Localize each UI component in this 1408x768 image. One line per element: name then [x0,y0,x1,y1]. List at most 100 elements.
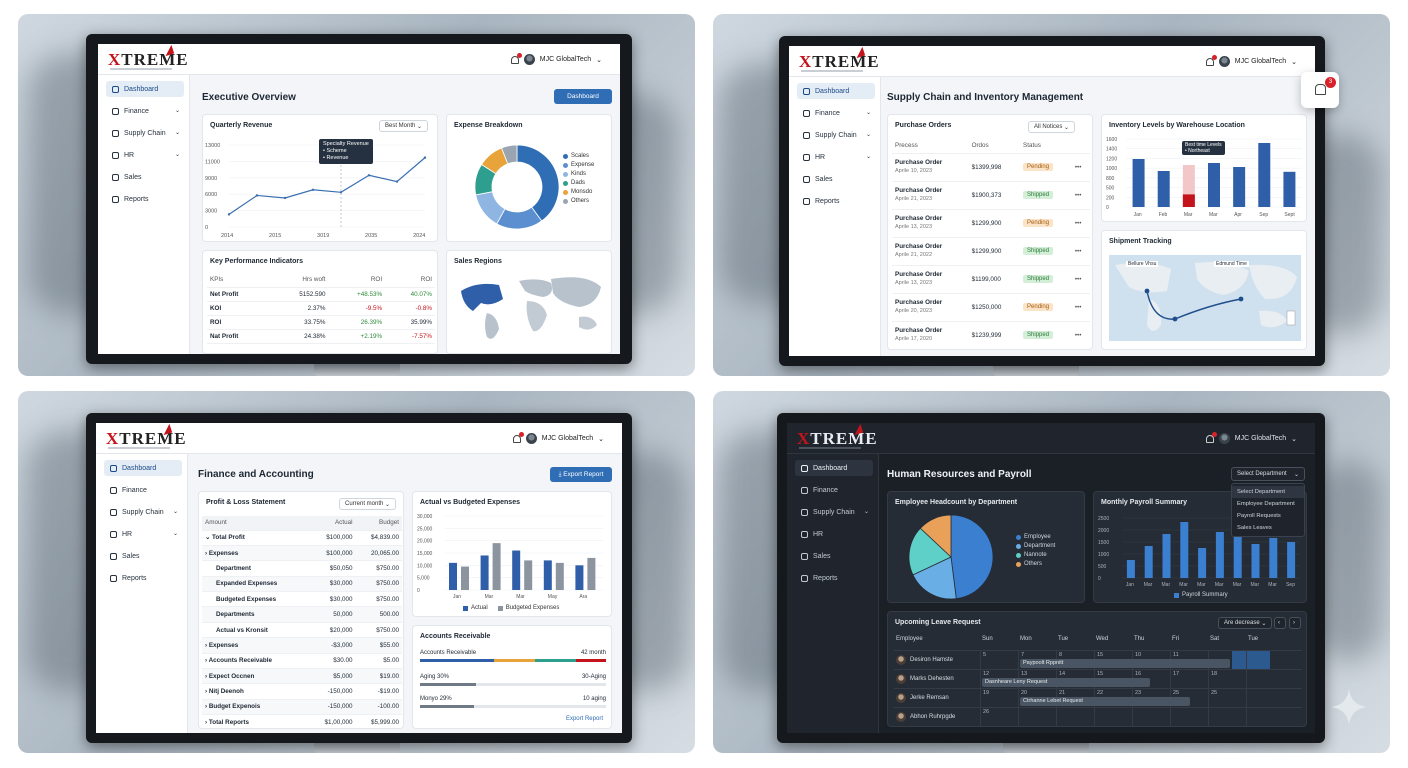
table-row[interactable]: Purchase Order Aprile 13, 2023 $1299,900 … [892,209,1090,238]
table-row[interactable]: › Expect Occnen $5,000 $19.00 [202,668,402,685]
table-row[interactable]: Abhon Ruhrpgde 26 [894,707,1302,726]
leave-request-bar[interactable]: Dasnheare Leny Request [982,678,1150,687]
table-row[interactable]: Desiron Hamste 5 7 8 15 10 11 Paypoolt Rppnitt [894,650,1302,670]
calendar-cell[interactable] [1246,651,1284,670]
calendar-cell[interactable] [1246,670,1284,689]
table-row[interactable]: Departments 50,000 500.00 [202,606,402,623]
avatar[interactable] [525,433,537,444]
calendar-cell[interactable]: 18 [1208,670,1246,689]
dropdown-option[interactable]: Employee Department [1232,498,1304,510]
table-row[interactable]: › Accounts Receivable $30.00 $5.00 [202,653,402,670]
table-row[interactable]: › Expenses $100,000 20,065.00 [202,545,402,562]
calendar-cell[interactable]: 19 [980,689,1018,708]
table-row[interactable]: › Nitj Deenoh -150,000 -$19.00 [202,683,402,700]
more-icon[interactable]: ••• [1071,265,1090,294]
calendar-cell[interactable] [1018,708,1056,726]
user-menu[interactable]: MJC GlobalTech ⌄ [510,52,602,65]
table-row[interactable]: ROI 33.75% 26.39% 35.99% [207,315,435,330]
sidebar-item-supply-chain[interactable]: Supply Chain ⌄ [797,127,875,143]
table-row[interactable]: Marks Dehesten 12 13 14 15 16 17 18 Dasnheare Le… [894,669,1302,689]
sidebar-item-dashboard[interactable]: Dashboard [795,460,873,476]
table-row[interactable]: › Total Reports $1,00,000 $5,999.00 [202,714,402,728]
more-icon[interactable]: ••• [1071,153,1090,182]
sidebar-item-hr[interactable]: HR [795,526,873,542]
table-row[interactable]: Purchase Order Aprile 20, 2023 $1250,000 … [892,293,1090,322]
sidebar-item-supply-chain[interactable]: Supply Chain ⌄ [106,125,184,141]
sidebar-item-finance[interactable]: Finance [795,482,873,498]
table-row[interactable]: Purchase Order Aprile 21, 2023 $1900,373 … [892,181,1090,210]
sidebar-item-sales[interactable]: Sales [797,171,875,187]
sidebar-item-dashboard[interactable]: Dashboard [797,83,875,99]
bell-icon[interactable] [1205,431,1217,443]
calendar-cell[interactable]: 25 [1208,689,1246,708]
bell-icon[interactable] [1205,54,1217,66]
calendar-cell[interactable]: 26 [980,708,1018,726]
table-row[interactable]: Nat Profit 24.38% +2.19% -7.57% [207,329,435,344]
sidebar-item-hr[interactable]: HR ⌄ [106,147,184,163]
sidebar-item-reports[interactable]: Reports [106,191,184,207]
bell-icon[interactable] [510,52,522,64]
brand-logo[interactable]: XTREME [108,50,189,70]
more-icon[interactable]: ••• [1071,237,1090,266]
dropdown-option[interactable]: Select Department [1232,486,1304,498]
table-row[interactable]: ⌄ Total Profit $100,000 $4,839.00 [202,530,402,546]
bell-icon[interactable] [512,431,524,443]
table-row[interactable]: Purchase Order Aprile 17, 2020 $1239,999 … [892,321,1090,349]
brand-logo[interactable]: XTREME [797,429,878,449]
calendar-cell[interactable] [1208,708,1246,726]
brand-logo[interactable]: XTREME [106,429,187,449]
user-menu[interactable]: MJC GlobalTech ⌄ [1205,54,1297,67]
sidebar-item-reports[interactable]: Reports [795,570,873,586]
notices-select[interactable]: All Notices ⌄ [1028,121,1076,133]
dashboard-button[interactable]: Dashboard [554,89,612,104]
calendar-cell[interactable]: 17 [1170,670,1208,689]
leave-request-bar[interactable]: Ctrhanne Lebet Request [1020,697,1190,706]
sidebar-item-sales[interactable]: Sales [795,548,873,564]
sidebar-item-dashboard[interactable]: Dashboard [104,460,182,476]
sidebar-item-finance[interactable]: Finance ⌄ [106,103,184,119]
table-row[interactable]: › Expenses -$3,000 $55.00 [202,637,402,654]
avatar[interactable] [1218,433,1230,444]
sidebar-item-supply-chain[interactable]: Supply Chain ⌄ [104,504,182,520]
table-row[interactable]: Purchase Order Aprile 13, 2023 $1199,000 … [892,265,1090,294]
shipment-map[interactable] [1109,255,1301,341]
calendar-cell[interactable] [1132,708,1170,726]
range-select[interactable]: Are decrease ⌄ [1218,617,1273,629]
more-icon[interactable]: ••• [1071,209,1090,238]
calendar-cell[interactable] [1056,708,1094,726]
user-menu[interactable]: MJC GlobalTech ⌄ [512,431,604,444]
calendar-cell[interactable] [1094,708,1132,726]
department-select[interactable]: Select Department ⌄ [1231,467,1305,481]
calendar-cell[interactable] [1246,689,1284,708]
sidebar-item-hr[interactable]: HR ⌄ [797,149,875,165]
sidebar-item-hr[interactable]: HR ⌄ [104,526,182,542]
sidebar-item-finance[interactable]: Finance [104,482,182,498]
sidebar-item-dashboard[interactable]: Dashboard [106,81,184,97]
avatar[interactable] [523,54,535,65]
sidebar-item-reports[interactable]: Reports [104,570,182,586]
avatar[interactable] [1218,56,1230,67]
more-icon[interactable]: ••• [1071,293,1090,322]
calendar-cell[interactable]: 5 [980,651,1018,670]
user-menu[interactable]: MJC GlobalTech ⌄ [1205,431,1297,444]
table-row[interactable]: Jerke Remsan 19 20 21 22 23 25 25 Ctrhanne Lebet… [894,688,1302,708]
table-row[interactable]: Purchase Order Aprile 21, 2022 $1299,900 … [892,237,1090,266]
calendar-cell[interactable] [1246,708,1284,726]
export-report-button[interactable]: ⤓ Export Report [550,467,612,482]
calendar-cell[interactable] [1170,708,1208,726]
period-select[interactable]: Current month ⌄ [339,498,397,510]
sidebar-item-sales[interactable]: Sales [104,548,182,564]
prev-button[interactable]: ‹ [1274,617,1286,629]
sidebar-item-sales[interactable]: Sales [106,169,184,185]
table-row[interactable]: Purchase Order Aprile 10, 2023 $1399,998 … [892,153,1090,182]
leave-request-bar[interactable]: Paypoolt Rppnitt [1020,659,1230,668]
dropdown-option[interactable]: Sales Leaves [1232,522,1304,534]
brand-logo[interactable]: XTREME [799,52,880,72]
world-map[interactable] [447,251,612,354]
notifications-button[interactable]: 3 [1301,72,1339,108]
dropdown-option[interactable]: Payroll Requests [1232,510,1304,522]
table-row[interactable]: Budgeted Expenses $30,000 $750.00 [202,591,402,608]
table-row[interactable]: Department $50,050 $750.00 [202,560,402,577]
table-row[interactable]: Expanded Expenses $30,000 $750.00 [202,576,402,593]
table-row[interactable]: Net Profit 5152.590 +48.53% 40.07% [207,287,435,302]
